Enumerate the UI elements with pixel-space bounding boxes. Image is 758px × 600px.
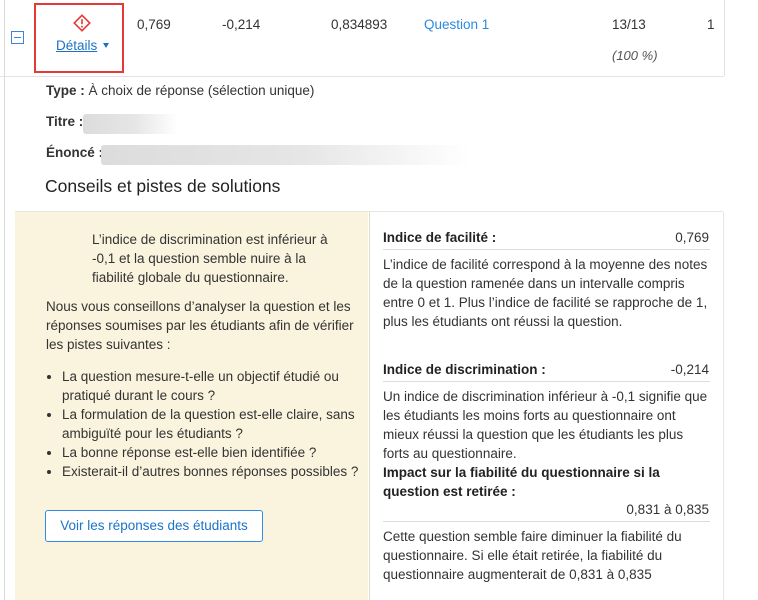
advice-recommendation: Nous vous conseillons d’analyser la ques… [46,299,354,352]
statement-label: Énoncé : [46,145,104,160]
statement-redacted [101,145,471,165]
type-value: À choix de réponse (sélection unique) [88,83,315,98]
reliability-cell: 0,834893 [331,17,388,32]
title-redacted [83,114,178,134]
details-link[interactable]: Détails [56,38,97,53]
type-label: Type : [46,83,85,98]
caret-down-icon [103,43,109,48]
title-field: Titre : [46,114,83,129]
rank-cell: 1 [707,17,715,32]
title-label: Titre : [46,114,84,129]
discrimination-heading: Indice de discrimination : [383,362,546,377]
list-item: Existerait-il d’autres bonnes réponses p… [62,462,362,481]
question-link[interactable]: Question 1 [424,17,489,32]
score-percent: (100 %) [612,48,658,63]
facility-heading: Indice de facilité : [383,230,497,245]
divider [383,381,710,382]
score-cell: 13/13 [612,17,646,32]
impact-heading: Impact sur la fiabilité du questionnaire… [383,465,660,499]
list-item: La bonne réponse est-elle bien identifié… [62,443,362,462]
impact-description: Cette question semble faire diminuer la … [383,529,682,582]
panel-right-border [723,212,724,600]
facility-description: L’indice de facilité correspond à la moy… [383,257,708,329]
facility-value: 0,769 [675,230,709,245]
discrimination-index-cell: -0,214 [222,17,261,32]
question-row: Détails 0,769 -0,214 0,834893 Question 1… [0,0,758,76]
list-item: La question mesure-t-elle un objectif ét… [62,367,362,405]
advice-section-title: Conseils et pistes de solutions [45,176,281,196]
facility-index-cell: 0,769 [137,17,171,32]
advice-intro: L’indice de discrimination est inférieur… [92,232,328,285]
discrimination-value: -0,214 [670,362,709,377]
details-toggle[interactable]: Détails [34,3,124,73]
row-divider [0,76,724,77]
type-field: Type : À choix de réponse (sélection uni… [46,83,314,98]
list-item: La formulation de la question est-elle c… [62,405,362,443]
divider [383,249,710,250]
impact-value: 0,831 à 0,835 [626,502,709,517]
tips-list: La question mesure-t-elle un objectif ét… [46,367,362,481]
statement-field: Énoncé : [46,145,103,160]
collapse-icon[interactable] [11,31,24,44]
discrimination-description: Un indice de discrimination inférieur à … [383,389,708,461]
view-student-answers-button[interactable]: Voir les réponses des étudiants [45,510,263,542]
left-border [4,0,5,600]
warning-diamond-icon [73,14,91,32]
divider [383,521,710,522]
